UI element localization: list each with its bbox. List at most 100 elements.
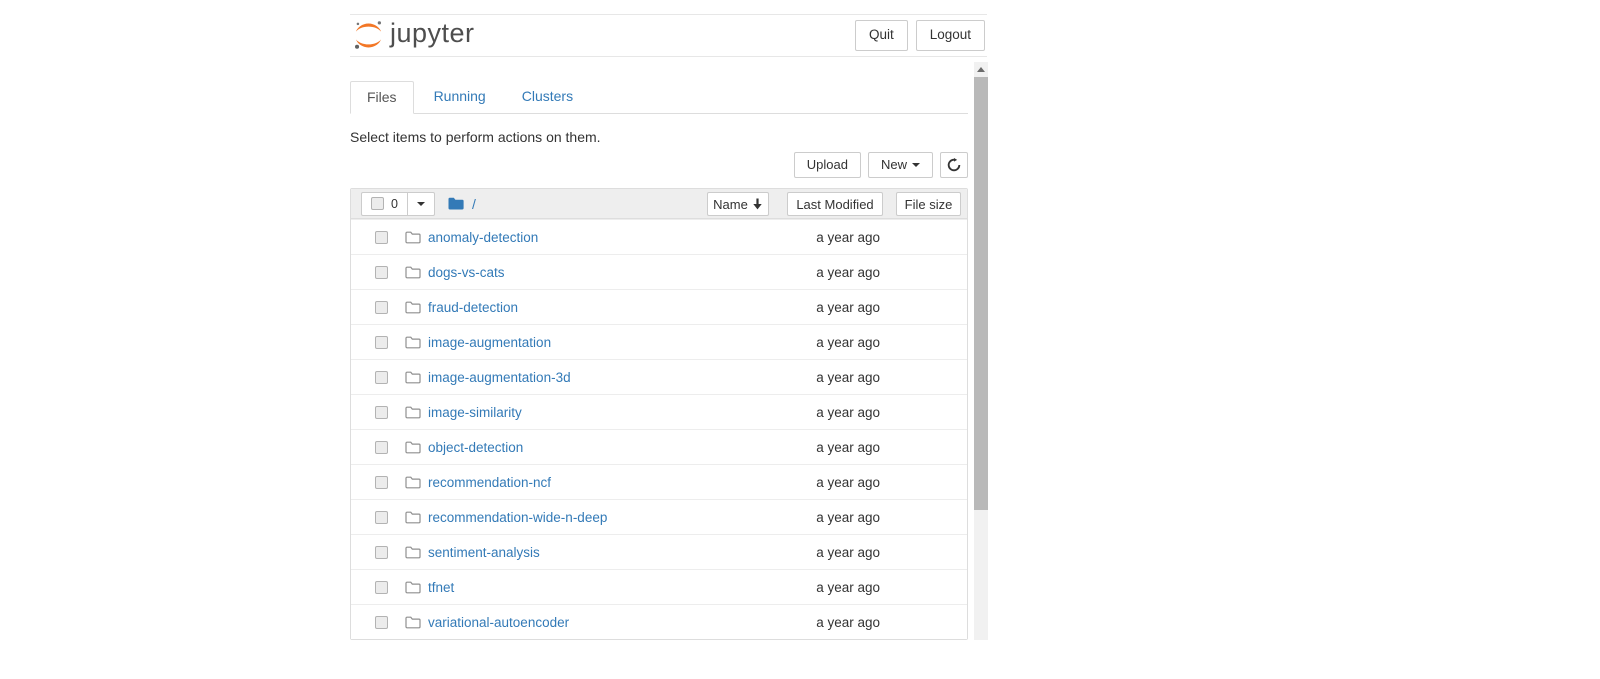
last-modified-text: a year ago xyxy=(816,430,880,465)
breadcrumb-root-link[interactable]: / xyxy=(472,196,476,212)
folder-icon xyxy=(405,266,421,279)
action-toolbar: Upload New xyxy=(350,152,968,178)
file-row: recommendation-ncf a year ago xyxy=(351,464,967,499)
quit-button[interactable]: Quit xyxy=(855,20,908,50)
folder-link[interactable]: sentiment-analysis xyxy=(428,545,540,560)
page-scrollbar[interactable] xyxy=(974,62,988,640)
last-modified-text: a year ago xyxy=(816,325,880,360)
select-all-button[interactable]: 0 xyxy=(361,192,408,216)
tab-files[interactable]: Files xyxy=(350,81,414,114)
sort-name-label: Name xyxy=(713,197,748,212)
logout-button[interactable]: Logout xyxy=(916,20,985,50)
last-modified-text: a year ago xyxy=(816,360,880,395)
folder-link[interactable]: tfnet xyxy=(428,580,454,595)
breadcrumb: / xyxy=(448,196,476,212)
chevron-down-icon xyxy=(912,163,920,167)
refresh-button[interactable] xyxy=(940,152,968,178)
tab-clusters[interactable]: Clusters xyxy=(506,81,589,113)
file-row: tfnet a year ago xyxy=(351,569,967,604)
select-items-message: Select items to perform actions on them. xyxy=(350,129,968,145)
tab-running[interactable]: Running xyxy=(418,81,502,113)
folder-link[interactable]: image-similarity xyxy=(428,405,522,420)
row-checkbox[interactable] xyxy=(375,406,388,419)
row-checkbox[interactable] xyxy=(375,616,388,629)
select-all-group: 0 xyxy=(361,192,435,216)
select-filter-dropdown-button[interactable] xyxy=(408,192,435,216)
upload-button[interactable]: Upload xyxy=(794,152,861,178)
folder-link[interactable]: recommendation-wide-n-deep xyxy=(428,510,607,525)
file-row: image-similarity a year ago xyxy=(351,394,967,429)
file-list-header: 0 / Name xyxy=(351,189,967,219)
folder-icon xyxy=(405,616,421,629)
folder-icon xyxy=(405,511,421,524)
folder-link[interactable]: image-augmentation-3d xyxy=(428,370,571,385)
file-row: recommendation-wide-n-deep a year ago xyxy=(351,499,967,534)
folder-icon xyxy=(405,301,421,314)
jupyter-logo-icon xyxy=(352,19,385,52)
file-row: object-detection a year ago xyxy=(351,429,967,464)
select-all-checkbox[interactable] xyxy=(371,197,384,210)
last-modified-text: a year ago xyxy=(816,500,880,535)
last-modified-text: a year ago xyxy=(816,290,880,325)
row-checkbox[interactable] xyxy=(375,231,388,244)
last-modified-text: a year ago xyxy=(816,465,880,500)
last-modified-text: a year ago xyxy=(816,255,880,290)
file-list: 0 / Name xyxy=(350,188,968,640)
chevron-down-icon xyxy=(417,202,425,206)
file-row: fraud-detection a year ago xyxy=(351,289,967,324)
app-header: jupyter Quit Logout xyxy=(350,14,987,57)
row-checkbox[interactable] xyxy=(375,371,388,384)
row-checkbox[interactable] xyxy=(375,441,388,454)
breadcrumb-folder-icon xyxy=(448,197,464,210)
jupyter-logo[interactable]: jupyter xyxy=(352,19,475,52)
selected-count: 0 xyxy=(391,197,398,211)
folder-icon xyxy=(405,336,421,349)
folder-icon xyxy=(405,581,421,594)
folder-icon xyxy=(405,441,421,454)
folder-link[interactable]: dogs-vs-cats xyxy=(428,265,505,280)
last-modified-text: a year ago xyxy=(816,220,880,255)
folder-icon xyxy=(405,546,421,559)
last-modified-text: a year ago xyxy=(816,605,880,640)
file-row: dogs-vs-cats a year ago xyxy=(351,254,967,289)
jupyter-tree-page: jupyter Quit Logout Files Running Cluste… xyxy=(0,0,1600,679)
new-dropdown-label: New xyxy=(881,157,907,173)
sort-arrow-down-icon xyxy=(752,198,763,210)
scrollbar-thumb[interactable] xyxy=(974,77,988,510)
refresh-icon xyxy=(947,158,961,172)
folder-link[interactable]: recommendation-ncf xyxy=(428,475,551,490)
scrollbar-up-arrow-icon xyxy=(977,67,985,72)
row-checkbox[interactable] xyxy=(375,511,388,524)
folder-link[interactable]: fraud-detection xyxy=(428,300,518,315)
sort-by-last-modified-button[interactable]: Last Modified xyxy=(787,192,883,216)
tab-bar: Files Running Clusters xyxy=(350,81,968,114)
folder-icon xyxy=(405,231,421,244)
row-checkbox[interactable] xyxy=(375,266,388,279)
header-buttons: Quit Logout xyxy=(855,20,985,50)
new-dropdown-button[interactable]: New xyxy=(868,152,933,178)
file-row: sentiment-analysis a year ago xyxy=(351,534,967,569)
last-modified-text: a year ago xyxy=(816,570,880,605)
row-checkbox[interactable] xyxy=(375,336,388,349)
folder-link[interactable]: image-augmentation xyxy=(428,335,551,350)
file-row: image-augmentation a year ago xyxy=(351,324,967,359)
logo-wordmark: jupyter xyxy=(390,20,475,51)
folder-icon xyxy=(405,371,421,384)
folder-icon xyxy=(405,406,421,419)
sort-by-file-size-button[interactable]: File size xyxy=(896,192,961,216)
folder-icon xyxy=(405,476,421,489)
folder-link[interactable]: object-detection xyxy=(428,440,523,455)
row-checkbox[interactable] xyxy=(375,581,388,594)
row-checkbox[interactable] xyxy=(375,476,388,489)
last-modified-text: a year ago xyxy=(816,395,880,430)
last-modified-text: a year ago xyxy=(816,535,880,570)
folder-link[interactable]: anomaly-detection xyxy=(428,230,538,245)
sort-by-name-button[interactable]: Name xyxy=(707,192,769,216)
scrollbar-up-button[interactable] xyxy=(974,62,988,77)
main-content: Files Running Clusters Select items to p… xyxy=(350,62,968,640)
row-checkbox[interactable] xyxy=(375,546,388,559)
folder-link[interactable]: variational-autoencoder xyxy=(428,615,569,630)
file-row: anomaly-detection a year ago xyxy=(351,219,967,254)
row-checkbox[interactable] xyxy=(375,301,388,314)
file-row: image-augmentation-3d a year ago xyxy=(351,359,967,394)
